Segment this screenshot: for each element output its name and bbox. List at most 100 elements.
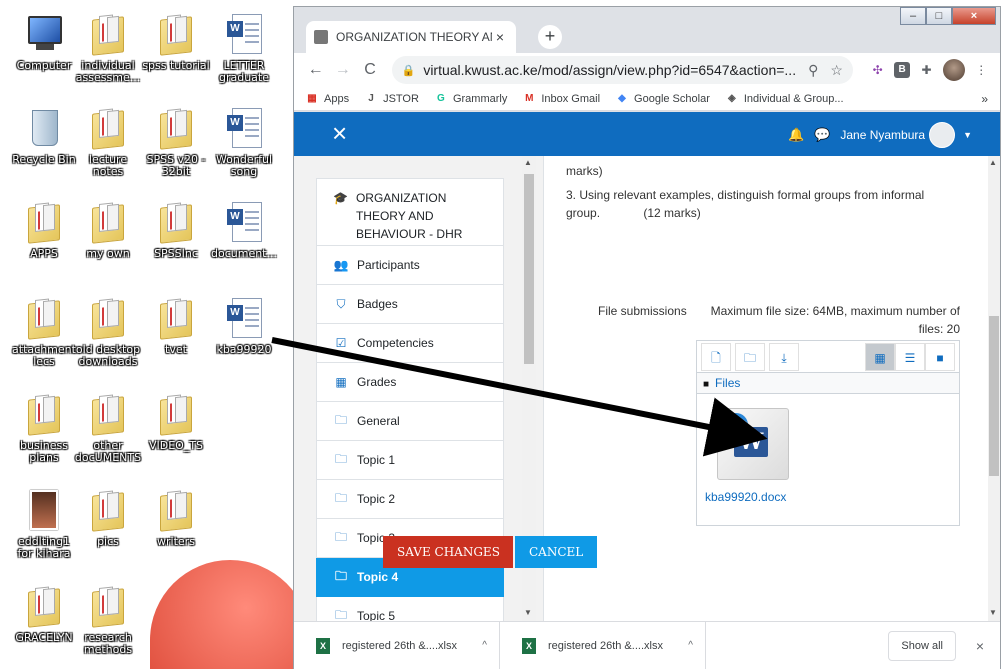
scroll-down-icon[interactable]: ▼: [989, 608, 997, 617]
drawer-scroll-thumb[interactable]: [524, 174, 534, 364]
user-avatar[interactable]: [929, 122, 956, 148]
scroll-up-icon[interactable]: ▲: [989, 158, 997, 167]
view-tree-button[interactable]: ■: [925, 342, 955, 371]
messages-icon[interactable]: 💬: [814, 127, 830, 143]
download-item[interactable]: X registered 26th &....xlsx ^: [500, 621, 706, 669]
nav-item-general[interactable]: 🗀 General: [316, 402, 504, 441]
address-bar[interactable]: 🔒 virtual.kwust.ac.ke/mod/assign/view.ph…: [391, 56, 853, 84]
desktop-icon[interactable]: writers: [142, 488, 210, 548]
nav-item-competencies[interactable]: ☑ Competencies: [316, 324, 504, 363]
bookmark-google-scholar[interactable]: ◆ Google Scholar: [616, 93, 710, 105]
browser-menu-icon[interactable]: ⋮: [971, 59, 992, 81]
desktop-icon[interactable]: SPSS v20 - 32bit: [142, 106, 210, 178]
add-file-button[interactable]: 🗋: [701, 342, 731, 371]
view-icons-button[interactable]: ▦: [865, 342, 895, 371]
user-menu[interactable]: 🔔 💬 Jane Nyambura ▼: [788, 122, 972, 148]
forward-button[interactable]: →: [329, 56, 356, 84]
word-document-icon[interactable]: W: [717, 408, 789, 480]
nav-item-participants[interactable]: 👥 Participants: [316, 246, 504, 285]
create-folder-button[interactable]: 🗀: [735, 342, 765, 371]
file-name[interactable]: kba99920.docx: [705, 490, 825, 504]
desktop-icon[interactable]: old desktop downloads: [74, 296, 142, 368]
nav-item-badges[interactable]: ⛉ Badges: [316, 285, 504, 324]
downloads-bar: X registered 26th &....xlsx ^ X register…: [294, 621, 1000, 669]
extension-b-icon[interactable]: B: [894, 62, 910, 78]
desktop-icon[interactable]: Wdocument...: [210, 200, 278, 260]
url-text[interactable]: virtual.kwust.ac.ke/mod/assign/view.php?…: [423, 62, 796, 78]
chevron-up-icon[interactable]: ^: [688, 640, 693, 651]
cancel-button[interactable]: CANCEL: [515, 536, 597, 568]
bookmark-jstor[interactable]: J JSTOR: [365, 93, 419, 105]
download-all-button[interactable]: ⤓: [769, 342, 799, 371]
save-changes-button[interactable]: SAVE CHANGES: [383, 536, 513, 568]
desktop-icon[interactable]: pics: [74, 488, 142, 548]
bookmark-apps[interactable]: ▦ Apps: [306, 93, 349, 105]
desktop-icon[interactable]: other docUMENTS: [74, 392, 142, 464]
close-downloads-icon[interactable]: ×: [966, 638, 994, 654]
nav-item-topic-2[interactable]: 🗀 Topic 2: [316, 480, 504, 519]
folder-icon: [156, 106, 196, 150]
desktop-icon[interactable]: tvet: [142, 296, 210, 356]
new-tab-button[interactable]: +: [538, 25, 562, 49]
nav-item-topic-1[interactable]: 🗀 Topic 1: [316, 441, 504, 480]
download-item[interactable]: X registered 26th &....xlsx ^: [294, 621, 500, 669]
desktop-icon-label: SPSSInc: [154, 247, 198, 260]
path-files-link[interactable]: Files: [715, 376, 740, 390]
show-all-downloads-button[interactable]: Show all: [888, 630, 956, 661]
browser-window: ORGANIZATION THEORY AND BE × + – □ × ← →…: [293, 6, 1001, 669]
desktop-icon[interactable]: GRACELYN: [10, 584, 78, 644]
chevron-up-icon[interactable]: ^: [482, 640, 487, 651]
bookmark-grammarly[interactable]: G Grammarly: [435, 93, 507, 105]
question-3: 3. Using relevant examples, distinguish …: [566, 188, 925, 220]
reload-button[interactable]: C: [356, 56, 383, 84]
tab-close-icon[interactable]: ×: [492, 29, 508, 45]
desktop-icon[interactable]: W LETTER graduate: [210, 12, 278, 84]
bookmark-star-icon[interactable]: ☆: [830, 62, 843, 79]
desktop-icon[interactable]: Wkba99920: [210, 296, 278, 356]
chevron-down-icon[interactable]: ▼: [963, 130, 972, 140]
bookmark-inbox-gmail[interactable]: M Inbox Gmail: [523, 93, 600, 105]
desktop-icon[interactable]: Computer: [10, 12, 78, 72]
desktop-icon[interactable]: individual assessme...: [74, 12, 142, 84]
nav-item-grades[interactable]: ▦ Grades: [316, 363, 504, 402]
desktop-icon[interactable]: business plans: [10, 392, 78, 464]
desktop-icon[interactable]: SPSSInc: [142, 200, 210, 260]
folder-icon: 🗀: [334, 529, 347, 544]
desktop-icon[interactable]: APPS: [10, 200, 78, 260]
view-list-button[interactable]: ☰: [895, 342, 925, 371]
download-file-name[interactable]: registered 26th &....xlsx: [548, 640, 680, 652]
zoom-icon[interactable]: ⚲: [808, 62, 818, 79]
tab-organization-theory[interactable]: ORGANIZATION THEORY AND BE ×: [306, 21, 516, 53]
bookmark-individual-group[interactable]: ◈ Individual & Group...: [726, 93, 844, 105]
uploaded-file[interactable]: W kba99920.docx: [705, 408, 825, 504]
content-scroll-thumb[interactable]: [989, 316, 999, 476]
desktop-icon[interactable]: eddlting1 for kihara: [10, 488, 78, 560]
extensions-puzzle-icon[interactable]: ✚: [916, 59, 937, 81]
bookmarks-overflow-icon[interactable]: »: [981, 92, 988, 106]
desktop-icon[interactable]: Recycle Bin: [10, 106, 78, 166]
download-file-name[interactable]: registered 26th &....xlsx: [342, 640, 474, 652]
content-scrollbar[interactable]: ▲ ▼: [988, 156, 1000, 621]
maximize-button[interactable]: □: [926, 7, 952, 25]
desktop-icon[interactable]: spss tutorial: [142, 12, 210, 72]
notifications-bell-icon[interactable]: 🔔: [788, 127, 804, 143]
desktop-icon[interactable]: research methods: [74, 584, 142, 656]
scroll-up-icon[interactable]: ▲: [524, 158, 532, 167]
desktop-icon[interactable]: VIDEO_TS: [142, 392, 210, 452]
desktop-icon[interactable]: attachment lecs: [10, 296, 78, 368]
desktop-icon[interactable]: lecture notes: [74, 106, 142, 178]
user-name[interactable]: Jane Nyambura: [840, 128, 925, 142]
close-drawer-icon[interactable]: ×: [332, 120, 347, 146]
desktop-icon[interactable]: W Wonderful song: [210, 106, 278, 178]
close-window-button[interactable]: ×: [952, 7, 996, 25]
nav-item-organization-theory-and-behaviour-dhr[interactable]: 🎓 ORGANIZATION THEORY AND BEHAVIOUR - DHR: [316, 178, 504, 246]
extension-dots-icon[interactable]: ✣: [867, 59, 888, 81]
desktop-icon[interactable]: my own: [74, 200, 142, 260]
table-icon: ▦: [335, 375, 347, 389]
scroll-down-icon[interactable]: ▼: [524, 608, 532, 617]
minimize-button[interactable]: –: [900, 7, 926, 25]
profile-avatar[interactable]: [943, 59, 965, 81]
filemanager-dropzone[interactable]: W kba99920.docx: [696, 394, 960, 526]
nav-item-topic-5[interactable]: 🗀 Topic 5: [316, 597, 504, 621]
back-button[interactable]: ←: [302, 56, 329, 84]
